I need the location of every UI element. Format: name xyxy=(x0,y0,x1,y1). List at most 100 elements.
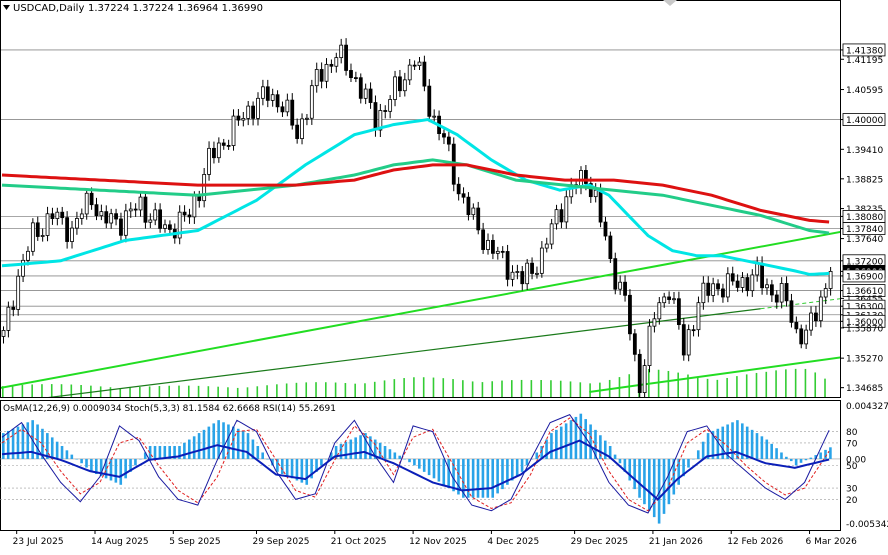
osma-histogram-bar xyxy=(236,428,240,459)
chart-window: 1.41380 1.41195 1.40595 1.40000 1.39410 1.388… xyxy=(0,0,888,551)
osma-histogram-bar xyxy=(745,426,749,459)
candle-body xyxy=(246,105,251,119)
time-tick-label: 21 Oct 2025 xyxy=(331,537,387,547)
candle-body xyxy=(750,274,755,292)
candle-body xyxy=(256,97,260,119)
volume-bar xyxy=(276,384,278,397)
volume-bar xyxy=(501,380,503,397)
candle-body xyxy=(554,209,559,225)
osma-histogram-bar xyxy=(207,426,211,459)
candle-body xyxy=(119,218,123,236)
osma-histogram-bar xyxy=(491,458,495,498)
volume-bar xyxy=(168,385,170,397)
volume-bar xyxy=(266,385,268,397)
osma-histogram-bar xyxy=(378,442,382,459)
price-tick-label: 1.37640 xyxy=(846,235,883,245)
osma-histogram-bar xyxy=(305,458,309,485)
candle-body xyxy=(138,196,143,211)
candle-body xyxy=(40,235,45,237)
time-tick-label: 12 Nov 2025 xyxy=(409,537,467,547)
osma-histogram-bar xyxy=(119,458,123,485)
candle-body xyxy=(167,224,172,230)
osma-histogram-bar xyxy=(486,458,490,498)
candle-body xyxy=(432,115,437,118)
osma-histogram-bar xyxy=(75,458,79,460)
time-tick-label: 21 Jan 2026 xyxy=(649,537,703,547)
volume-bar xyxy=(178,385,180,397)
volume-bar xyxy=(716,379,719,397)
osma-histogram-bar xyxy=(139,458,142,460)
volume-bar xyxy=(422,377,425,397)
candle-body xyxy=(11,306,16,310)
osma-histogram-bar xyxy=(222,422,225,459)
osma-histogram-bar xyxy=(520,458,524,472)
osma-max-label: 0.004327 xyxy=(846,402,888,412)
osma-histogram-bar xyxy=(638,458,641,498)
osma-histogram-bar xyxy=(765,439,769,459)
price-tick-label: 1.40595 xyxy=(846,86,883,96)
osma-histogram-bar xyxy=(266,458,269,460)
volume-bar xyxy=(432,377,435,397)
osma-histogram-bar xyxy=(187,439,191,459)
osma-histogram-bar xyxy=(701,441,705,459)
volume-bar xyxy=(50,384,53,397)
osma-histogram-bar xyxy=(261,452,264,459)
osma-histogram-bar xyxy=(633,458,636,490)
candle-body xyxy=(647,325,652,366)
osma-histogram-bar xyxy=(819,452,822,459)
volume-bar xyxy=(452,379,454,397)
candle-body xyxy=(290,99,295,126)
candle-body xyxy=(329,63,334,67)
oscillator-level-label: 80 xyxy=(846,428,858,438)
volume-bar xyxy=(442,378,445,397)
osma-histogram-bar xyxy=(388,449,392,459)
price-chart: 1.413801.411951.405951.400001.394101.388… xyxy=(0,0,888,551)
osma-histogram-bar xyxy=(794,458,798,466)
osma-histogram-bar xyxy=(564,423,568,459)
osma-histogram-bar xyxy=(755,433,759,459)
candle-body xyxy=(471,207,476,216)
candle-body xyxy=(765,284,769,289)
candle-body xyxy=(613,258,618,290)
volume-bar xyxy=(246,387,249,397)
candle-body xyxy=(99,211,104,217)
osma-histogram-bar xyxy=(550,433,553,459)
candle-body xyxy=(691,329,696,332)
candle-body xyxy=(417,61,422,66)
candle-body xyxy=(143,196,148,223)
candle-body xyxy=(598,189,603,223)
candle-body xyxy=(55,211,60,219)
candle-body xyxy=(407,64,412,81)
volume-bar xyxy=(745,374,748,397)
volume-bar xyxy=(462,380,464,397)
volume-bar xyxy=(667,370,670,397)
candle-body xyxy=(114,213,118,220)
osma-histogram-bar xyxy=(90,458,93,472)
volume-bar xyxy=(31,384,33,397)
candle-body xyxy=(603,221,608,237)
osma-histogram-bar xyxy=(589,424,592,459)
candle-body xyxy=(368,88,373,103)
volume-bar xyxy=(530,380,533,397)
candle-body xyxy=(676,298,681,326)
candle-body xyxy=(158,209,163,229)
osma-histogram-bar xyxy=(192,436,196,459)
candle-body xyxy=(123,210,128,236)
osma-histogram-bar xyxy=(11,428,15,459)
volume-bar xyxy=(383,380,386,397)
candle-body xyxy=(652,318,657,327)
osma-histogram-bar xyxy=(80,458,83,464)
candle-body xyxy=(486,239,490,250)
candle-body xyxy=(774,294,779,303)
volume-bar xyxy=(403,378,405,397)
osma-histogram-bar xyxy=(398,455,402,459)
volume-bar xyxy=(21,384,24,397)
candle-body xyxy=(446,136,451,145)
volume-bar xyxy=(129,387,131,397)
oscillator-level-label: 70 xyxy=(846,439,858,449)
candle-body xyxy=(212,147,216,159)
candle-body xyxy=(427,85,432,117)
candle-body xyxy=(202,174,207,202)
candle-body xyxy=(422,61,427,87)
osma-histogram-bar xyxy=(628,458,632,481)
